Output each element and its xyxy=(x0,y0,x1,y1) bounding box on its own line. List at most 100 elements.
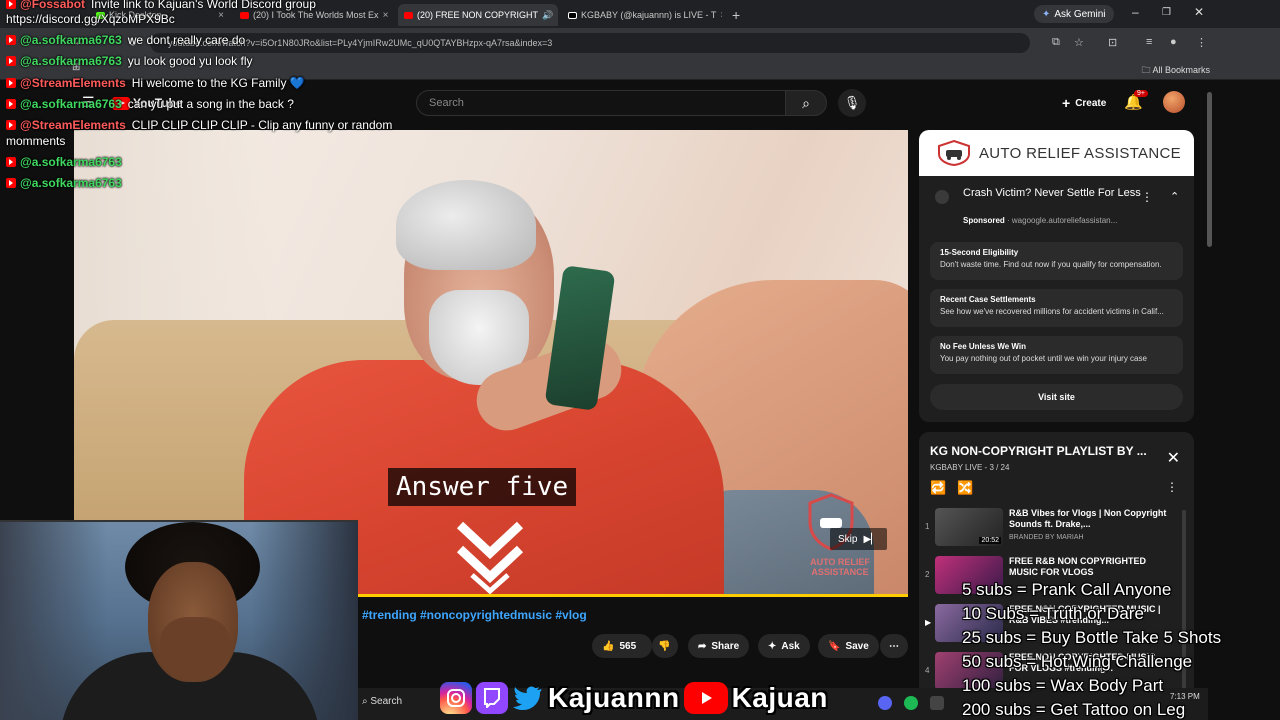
save-button[interactable]: 🔖 Save xyxy=(818,634,879,658)
youtube-badge-icon xyxy=(6,0,16,9)
sub-goal: 25 subs = Buy Bottle Take 5 Shots xyxy=(962,628,1222,647)
chat-message: @a.sofkarma6763 yu look good yu look fly xyxy=(6,54,253,68)
like-button[interactable]: 👍 565 xyxy=(592,634,652,658)
loop-icon[interactable]: 🔁 xyxy=(930,480,946,496)
discord-icon[interactable] xyxy=(878,696,892,710)
close-icon[interactable]: × xyxy=(218,10,224,21)
playlist-item-index: 2 xyxy=(925,570,930,579)
search-icon: ⌕ xyxy=(802,94,810,111)
twitch-icon xyxy=(476,682,508,714)
ad-companion-panel: AUTO RELIEF ASSISTANCE Crash Victim? Nev… xyxy=(919,130,1194,422)
maximize-icon[interactable]: ❐ xyxy=(1162,7,1171,18)
sitelink-desc: See how we've recovered millions for acc… xyxy=(940,307,1164,316)
video-hashtags[interactable]: #trending #noncopyrightedmusic #vlog xyxy=(362,608,587,622)
playlist-item-title: FREE R&B NON COPYRIGHTED MUSIC FOR VLOGS xyxy=(1009,556,1147,577)
ad-sitelink-card[interactable]: 15-Second Eligibility Don't waste time. … xyxy=(930,242,1183,280)
dislike-button[interactable]: 👎 xyxy=(652,634,678,658)
bookmark-star-icon[interactable]: ☆ xyxy=(1074,36,1084,49)
voice-search-button[interactable]: 🎙 xyxy=(838,89,866,117)
url-input[interactable]: youtube.com/watch?v=i5Or1N80JRo&list=PLy… xyxy=(150,33,1030,53)
advertiser-logo xyxy=(935,190,949,204)
media-icon[interactable]: ≡ xyxy=(1146,36,1152,48)
sub-goal: 5 subs = Prank Call Anyone xyxy=(962,580,1172,599)
search-input[interactable]: Search xyxy=(416,90,786,116)
ad-title[interactable]: Crash Victim? Never Settle For Less xyxy=(963,186,1143,201)
sponsored-label: Sponsored xyxy=(963,216,1005,225)
new-tab-button[interactable]: + xyxy=(726,4,744,26)
minimize-icon[interactable]: – xyxy=(1132,5,1139,19)
chat-message: @a.sofkarma6763 we dont really care do xyxy=(6,33,245,47)
ask-gemini-button[interactable]: ✦ Ask Gemini xyxy=(1034,5,1114,23)
ad-sponsored-line: Sponsored · wagoogle.autoreliefassistan.… xyxy=(963,216,1118,225)
tab-youtube-active[interactable]: (20) FREE NON COPYRIGHT 🔊 × xyxy=(398,4,558,26)
search-button[interactable]: ⌕ xyxy=(785,90,827,116)
youtube-favicon-icon xyxy=(404,11,413,19)
chat-text: yu look good yu look fly xyxy=(127,54,253,68)
all-bookmarks-link[interactable]: 🗀 All Bookmarks xyxy=(1141,63,1210,79)
chat-username: @a.sofkarma6763 xyxy=(20,54,122,68)
speaker-icon[interactable]: 🔊 xyxy=(542,10,553,21)
more-actions-button[interactable]: ⋯ xyxy=(880,634,908,658)
folder-icon: 🗀 xyxy=(1141,65,1151,75)
taskbar-search[interactable]: ⌕ Search xyxy=(362,696,402,707)
ad-menu-icon[interactable]: ⋮ xyxy=(1141,190,1153,204)
create-button[interactable]: + Create xyxy=(1052,90,1117,116)
playlist-channel[interactable]: KGBABY LIVE xyxy=(930,463,982,472)
chat-username: @a.sofkarma6763 xyxy=(20,33,122,47)
youtube-badge-icon xyxy=(6,99,16,109)
close-icon[interactable]: × xyxy=(383,10,389,21)
chat-text: Invite link to Kajuan's World Discord gr… xyxy=(91,0,316,11)
playlist-meta: KGBABY LIVE - 3 / 24 xyxy=(930,463,1010,472)
playlist-item-title: R&B Vibes for Vlogs | Non Copyright Soun… xyxy=(1009,508,1167,529)
share-button[interactable]: ➦ Share xyxy=(688,634,750,658)
video-duration: 20:52 xyxy=(979,537,1001,544)
account-avatar[interactable] xyxy=(1163,91,1185,113)
youtube-badge-icon xyxy=(6,56,16,66)
youtube-badge-icon xyxy=(6,78,16,88)
window-close-icon[interactable]: ✕ xyxy=(1194,5,1204,19)
tab-label: (20) FREE NON COPYRIGHT xyxy=(417,10,539,20)
playlist-item[interactable]: 1 20:52 R&B Vibes for Vlogs | Non Copyri… xyxy=(919,506,1184,550)
page-scrollbar[interactable] xyxy=(1207,92,1212,247)
cast-icon[interactable]: ⧉ xyxy=(1052,36,1060,49)
chat-text: CLIP CLIP CLIP CLIP - Clip any funny or … xyxy=(131,118,393,132)
sparkle-icon: ✦ xyxy=(768,640,777,652)
chat-text: can yu put a song in the back ? xyxy=(127,97,294,111)
taskbar-search-label: Search xyxy=(370,696,403,707)
ad-banner[interactable]: AUTO RELIEF ASSISTANCE xyxy=(919,130,1194,176)
chat-message: @a.sofkarma6763 xyxy=(6,155,122,169)
shuffle-icon[interactable]: 🔀 xyxy=(957,480,973,496)
tab-label: KGBABY (@kajuannn) is LIVE - T xyxy=(581,10,717,20)
chat-message: https://discord.gg/XqzoMPX9Bc xyxy=(6,12,175,26)
search-icon: ⌕ xyxy=(362,696,368,707)
playlist-title[interactable]: KG NON-COPYRIGHT PLAYLIST BY ... xyxy=(930,444,1147,458)
ad-sitelink-card[interactable]: Recent Case Settlements See how we've re… xyxy=(930,289,1183,327)
spotify-icon[interactable] xyxy=(904,696,918,710)
chat-message: @a.sofkarma6763 xyxy=(6,176,122,190)
youtube-icon xyxy=(683,682,728,714)
visit-site-button[interactable]: Visit site xyxy=(930,384,1183,410)
ask-gemini-label: Ask Gemini xyxy=(1054,8,1106,20)
ad-sitelink-card[interactable]: No Fee Unless We Win You pay nothing out… xyxy=(930,336,1183,374)
playlist-menu-icon[interactable]: ⋮ xyxy=(1166,480,1178,494)
profile-icon[interactable]: ● xyxy=(1170,36,1177,48)
close-icon[interactable]: × xyxy=(720,10,722,21)
social-handles-overlay: Kajuannn Kajuan xyxy=(440,678,828,718)
sitelink-desc: You pay nothing out of pocket until we w… xyxy=(940,354,1147,363)
skip-ad-button[interactable]: Skip ▶▏ xyxy=(830,528,887,550)
chat-username: @a.sofkarma6763 xyxy=(20,176,122,190)
chevron-up-icon[interactable]: ⌃ xyxy=(1170,190,1179,203)
youtube-badge-icon xyxy=(6,178,16,188)
chat-username: @StreamElements xyxy=(20,76,126,90)
instagram-icon xyxy=(440,682,472,714)
extensions-icon[interactable]: ⊡ xyxy=(1108,36,1117,49)
playlist-position: 3 / 24 xyxy=(989,463,1010,472)
app-icon[interactable] xyxy=(930,696,944,710)
tab-kick-live[interactable]: KGBABY (@kajuannn) is LIVE - T × xyxy=(562,4,722,26)
webcam-hand xyxy=(160,617,230,677)
video-watermark: AUTO RELIEF ASSISTANCE xyxy=(810,557,870,577)
close-icon[interactable]: ✕ xyxy=(1167,448,1180,468)
menu-dots-icon[interactable]: ⋮ xyxy=(1196,36,1207,49)
ask-button[interactable]: ✦ Ask xyxy=(758,634,810,658)
streamer-webcam xyxy=(0,520,358,720)
